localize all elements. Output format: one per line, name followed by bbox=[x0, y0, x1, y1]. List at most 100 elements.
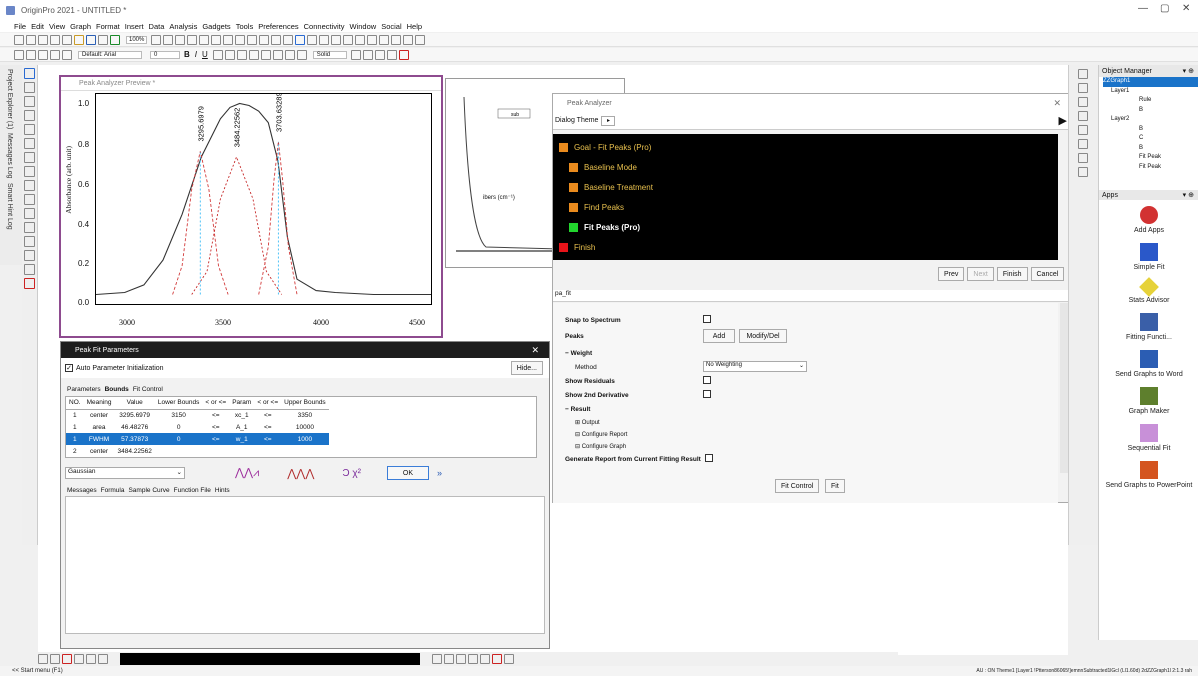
bar-chart-icon[interactable] bbox=[295, 34, 306, 45]
finish-button[interactable]: Finish bbox=[996, 267, 1028, 281]
open-icon[interactable] bbox=[74, 34, 84, 45]
tree-layer2[interactable]: Layer2 bbox=[1103, 115, 1198, 125]
table-row[interactable]: 2 center 3484.22562 bbox=[66, 445, 329, 457]
tab-parameters[interactable]: Parameters bbox=[67, 386, 101, 393]
bold-icon[interactable]: B bbox=[184, 50, 190, 59]
arrow-head-icon[interactable] bbox=[362, 49, 373, 60]
tab-messages[interactable]: Messages bbox=[67, 487, 97, 494]
pointer-icon[interactable] bbox=[391, 34, 402, 45]
plot-contour-icon[interactable] bbox=[432, 654, 442, 664]
table-row[interactable]: 1 center 3295.6979 3150 <= xc_1 <= 3350 bbox=[66, 409, 329, 421]
align-icon[interactable] bbox=[272, 49, 283, 60]
new-graph-icon[interactable] bbox=[50, 34, 60, 45]
menu-data[interactable]: Data bbox=[149, 22, 165, 31]
residuals-checkbox[interactable] bbox=[703, 376, 711, 384]
step-baseline-mode[interactable]: Baseline Mode bbox=[553, 157, 1058, 177]
messages-log-tab[interactable]: Messages Log bbox=[6, 133, 13, 179]
peak-shape-icons[interactable]: ⋀⋀⩘ bbox=[235, 466, 259, 480]
menu-preferences[interactable]: Preferences bbox=[258, 22, 298, 31]
tree-layer1[interactable]: Layer1 bbox=[1103, 87, 1198, 97]
restore-icon[interactable]: ▢ bbox=[1160, 3, 1169, 14]
smart-hint-log-tab[interactable]: Smart Hint Log bbox=[6, 183, 13, 230]
tree-item[interactable]: B bbox=[1103, 106, 1198, 116]
merge-graph-icon[interactable] bbox=[1078, 97, 1088, 107]
arrow-icon[interactable] bbox=[343, 34, 354, 45]
tab-sample-curve[interactable]: Sample Curve bbox=[128, 487, 169, 494]
pfp-close-icon[interactable]: ✕ bbox=[531, 345, 539, 356]
skip-icon[interactable] bbox=[403, 34, 414, 45]
size-tool-icon[interactable] bbox=[1078, 139, 1088, 149]
prev-button[interactable]: Prev bbox=[938, 267, 965, 281]
cell[interactable]: <= bbox=[202, 433, 230, 445]
chi-square-icons[interactable]: Ɔ χ² bbox=[342, 468, 361, 479]
tree-item[interactable]: B bbox=[1103, 125, 1198, 135]
step-fit-peaks[interactable]: Fit Peaks (Pro) bbox=[553, 217, 1058, 237]
cell[interactable]: 3350 bbox=[281, 409, 329, 421]
cell[interactable]: 0 bbox=[154, 433, 203, 445]
snap-checkbox[interactable] bbox=[703, 315, 711, 323]
panel-pin-icon[interactable]: ▾ ⊕ bbox=[1183, 191, 1194, 199]
plot-stat-icon[interactable] bbox=[98, 654, 108, 664]
palette-icon[interactable] bbox=[14, 49, 24, 60]
duplicate-icon[interactable] bbox=[151, 34, 162, 45]
table-icon[interactable] bbox=[175, 34, 186, 45]
plot-line-icon[interactable] bbox=[38, 654, 48, 664]
new-workbook-icon[interactable] bbox=[38, 34, 48, 45]
dialog-theme-combo[interactable]: ▸ bbox=[601, 115, 616, 126]
font-size-combo[interactable]: 0 bbox=[150, 50, 180, 59]
print-icon[interactable] bbox=[98, 34, 108, 45]
fill-color-icon[interactable] bbox=[38, 49, 48, 60]
peak-preview-plot[interactable]: 3295.6979 3484.22562 3703.63289 bbox=[95, 92, 432, 305]
bounds-table[interactable]: NO. Meaning Value Lower Bounds < or <= P… bbox=[66, 397, 329, 457]
fit-button[interactable]: Fit bbox=[825, 479, 845, 493]
expand-icon[interactable]: » bbox=[437, 468, 442, 478]
panel-pin-icon[interactable]: ▾ ⊕ bbox=[1183, 67, 1194, 75]
cell[interactable]: 57.37873 bbox=[114, 433, 155, 445]
line-chart-icon[interactable] bbox=[307, 34, 318, 45]
tab-function-file[interactable]: Function File bbox=[174, 487, 211, 494]
arrange-icon[interactable] bbox=[1078, 111, 1088, 121]
app-add-apps[interactable]: Add Apps bbox=[1099, 206, 1198, 234]
app-simple-fit[interactable]: Simple Fit bbox=[1099, 243, 1198, 271]
merge-icon[interactable] bbox=[398, 49, 409, 60]
new-project-icon[interactable] bbox=[14, 34, 24, 45]
distribute-icon[interactable] bbox=[386, 49, 397, 60]
color-scale-icon[interactable] bbox=[24, 278, 35, 289]
close-icon[interactable]: ✕ bbox=[1182, 3, 1190, 14]
menu-view[interactable]: View bbox=[49, 22, 65, 31]
fill-icon[interactable] bbox=[284, 49, 295, 60]
dialog-close-icon[interactable]: ✕ bbox=[1053, 98, 1061, 109]
menu-analysis[interactable]: Analysis bbox=[169, 22, 197, 31]
symbol-size-icon[interactable] bbox=[374, 49, 385, 60]
code-builder-icon[interactable] bbox=[211, 34, 222, 45]
menu-file[interactable]: File bbox=[14, 22, 26, 31]
add-layer-icon[interactable] bbox=[1078, 83, 1088, 93]
z-axis-icon[interactable] bbox=[379, 34, 390, 45]
peak-fit-parameters-dialog[interactable]: Peak Fit Parameters ✕ ✓ Auto Parameter I… bbox=[60, 341, 550, 649]
line-tool-icon[interactable] bbox=[24, 208, 35, 219]
cell[interactable] bbox=[155, 445, 203, 457]
plot-3d-icon[interactable] bbox=[74, 654, 84, 664]
decrease-font-icon[interactable] bbox=[260, 49, 271, 60]
layer-tool-icon[interactable] bbox=[1078, 69, 1088, 79]
text-color-icon[interactable] bbox=[26, 49, 36, 60]
cell[interactable]: 3150 bbox=[155, 409, 203, 421]
tree-item[interactable]: C bbox=[1103, 134, 1198, 144]
plot-hist-icon[interactable] bbox=[468, 654, 478, 664]
pointer-tool-icon[interactable] bbox=[24, 68, 35, 79]
y-axis-icon[interactable] bbox=[367, 34, 378, 45]
app-send-word[interactable]: Send Graphs to Word bbox=[1099, 350, 1198, 378]
x-axis-icon[interactable] bbox=[355, 34, 366, 45]
mask-tool-icon[interactable] bbox=[24, 152, 35, 163]
font-combo[interactable]: Default: Arial bbox=[78, 50, 142, 59]
step-goal[interactable]: Goal - Fit Peaks (Pro) bbox=[553, 137, 1058, 157]
output-item[interactable]: ⊞ Output bbox=[575, 419, 600, 426]
data-reader-icon[interactable] bbox=[24, 110, 35, 121]
minimize-icon[interactable]: — bbox=[1138, 3, 1148, 14]
results-log-icon[interactable] bbox=[199, 34, 210, 45]
anti-alias-icon[interactable] bbox=[259, 34, 270, 45]
peak-curve-icons[interactable]: ⋀⋀⋀ bbox=[287, 467, 314, 480]
filter-icon[interactable] bbox=[331, 34, 342, 45]
line-width-icon[interactable] bbox=[350, 49, 361, 60]
text-tool-icon[interactable] bbox=[24, 180, 35, 191]
